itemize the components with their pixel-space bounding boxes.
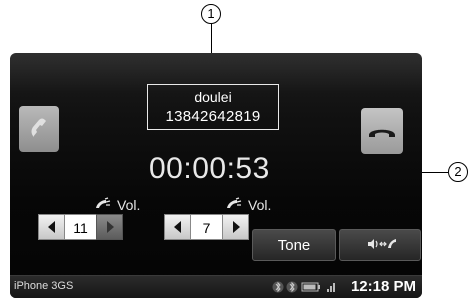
device-name: iPhone 3GS [14, 280, 74, 292]
tone-button[interactable]: Tone [252, 229, 336, 261]
caller-info-box: doulei 13842642819 [147, 84, 279, 130]
volume-phone-icon [227, 197, 242, 208]
phone-call-screen: doulei 13842642819 00:00:53 Vol. 11 Vol.… [10, 53, 422, 298]
voice-volume-label: Vol. [248, 197, 272, 213]
tone-button-label: Tone [277, 237, 311, 254]
battery-icon [301, 282, 320, 292]
voice-volume-value: 7 [191, 214, 222, 240]
bluetooth-icon [272, 281, 284, 293]
callout-1: 1 [201, 4, 221, 24]
hang-up-icon [369, 129, 395, 137]
bluetooth-icon [286, 281, 298, 293]
call-timer: 00:00:53 [149, 152, 270, 185]
call-button[interactable] [19, 106, 59, 152]
caller-name: doulei [194, 89, 232, 105]
call-volume-decrease-button[interactable] [38, 214, 65, 240]
call-volume-label: Vol. [117, 197, 141, 213]
call-volume-value: 11 [65, 214, 96, 240]
voice-volume-decrease-button[interactable] [164, 214, 191, 240]
left-arrow-icon [174, 221, 181, 233]
status-icons [272, 281, 335, 293]
right-arrow-icon [107, 221, 114, 233]
status-bar: iPhone 3GS 12:18 PM [10, 275, 422, 298]
call-volume-increase-button[interactable] [96, 214, 123, 240]
caller-number: 13842642819 [165, 108, 261, 125]
phone-handset-icon [31, 118, 46, 137]
volume-phone-icon [96, 197, 111, 208]
clock: 12:18 PM [350, 278, 416, 295]
callout-2: 2 [448, 162, 468, 182]
signal-icon [327, 283, 335, 292]
voice-volume-increase-button[interactable] [222, 214, 249, 240]
audio-transfer-icon [368, 239, 396, 249]
audio-transfer-button[interactable] [339, 229, 421, 261]
right-arrow-icon [233, 221, 240, 233]
left-arrow-icon [48, 221, 55, 233]
hang-up-button[interactable] [361, 108, 403, 154]
